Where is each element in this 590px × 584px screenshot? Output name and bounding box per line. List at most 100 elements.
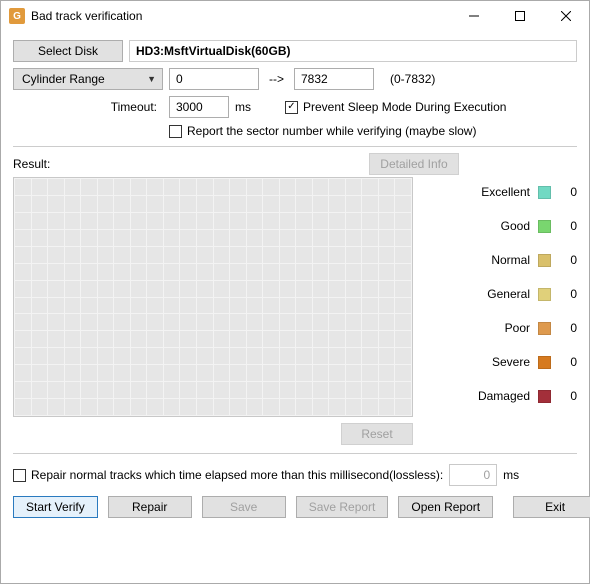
grid-cell <box>329 348 345 364</box>
select-disk-button[interactable]: Select Disk <box>13 40 123 62</box>
grid-cell <box>329 264 345 280</box>
grid-cell <box>164 179 180 195</box>
grid-cell <box>263 247 279 263</box>
grid-cell <box>280 281 296 297</box>
grid-cell <box>15 213 31 229</box>
grid-cell <box>395 179 411 195</box>
grid-cell <box>197 298 213 314</box>
grid-cell <box>32 399 48 415</box>
grid-cell <box>214 298 230 314</box>
range-end-input[interactable] <box>294 68 374 90</box>
grid-cell <box>32 365 48 381</box>
grid-cell <box>15 230 31 246</box>
grid-cell <box>296 213 312 229</box>
report-sector-checkbox[interactable]: Report the sector number while verifying… <box>169 124 476 138</box>
grid-cell <box>379 382 395 398</box>
grid-cell <box>114 314 130 330</box>
prevent-sleep-checkbox[interactable]: ✓ Prevent Sleep Mode During Execution <box>285 100 506 114</box>
grid-cell <box>180 298 196 314</box>
legend-row: General0 <box>429 287 577 301</box>
grid-cell <box>395 331 411 347</box>
app-icon: G <box>9 8 25 24</box>
open-report-button[interactable]: Open Report <box>398 496 493 518</box>
repair-threshold-checkbox[interactable]: Repair normal tracks which time elapsed … <box>13 468 443 482</box>
grid-cell <box>81 399 97 415</box>
grid-cell <box>32 314 48 330</box>
grid-cell <box>346 196 362 212</box>
checkbox-box-icon <box>13 469 26 482</box>
grid-cell <box>362 281 378 297</box>
grid-cell <box>48 298 64 314</box>
grid-cell <box>180 399 196 415</box>
grid-cell <box>197 179 213 195</box>
arrow-icon: --> <box>265 72 288 86</box>
grid-cell <box>247 230 263 246</box>
reset-button[interactable]: Reset <box>341 423 413 445</box>
grid-cell <box>15 348 31 364</box>
grid-cell <box>379 281 395 297</box>
grid-cell <box>147 230 163 246</box>
minimize-button[interactable] <box>451 1 497 31</box>
exit-button[interactable]: Exit <box>513 496 590 518</box>
grid-cell <box>197 230 213 246</box>
timeout-label: Timeout: <box>13 100 163 114</box>
grid-cell <box>65 314 81 330</box>
grid-cell <box>32 196 48 212</box>
grid-cell <box>114 230 130 246</box>
grid-cell <box>329 314 345 330</box>
grid-cell <box>197 213 213 229</box>
grid-cell <box>313 281 329 297</box>
grid-cell <box>131 365 147 381</box>
timeout-unit: ms <box>235 100 251 114</box>
grid-cell <box>329 179 345 195</box>
repair-button[interactable]: Repair <box>108 496 192 518</box>
grid-cell <box>247 314 263 330</box>
grid-cell <box>247 365 263 381</box>
grid-cell <box>81 382 97 398</box>
grid-cell <box>263 281 279 297</box>
maximize-button[interactable] <box>497 1 543 31</box>
divider <box>13 146 577 147</box>
grid-cell <box>379 331 395 347</box>
grid-cell <box>296 399 312 415</box>
grid-cell <box>197 281 213 297</box>
grid-cell <box>280 365 296 381</box>
grid-cell <box>48 314 64 330</box>
grid-cell <box>48 281 64 297</box>
grid-cell <box>15 179 31 195</box>
start-verify-button[interactable]: Start Verify <box>13 496 98 518</box>
grid-cell <box>147 348 163 364</box>
grid-cell <box>65 196 81 212</box>
grid-cell <box>147 196 163 212</box>
legend-count: 0 <box>559 219 577 233</box>
close-button[interactable] <box>543 1 589 31</box>
grid-cell <box>114 365 130 381</box>
grid-cell <box>247 399 263 415</box>
range-start-input[interactable] <box>169 68 259 90</box>
grid-cell <box>65 382 81 398</box>
grid-cell <box>329 365 345 381</box>
grid-cell <box>164 264 180 280</box>
grid-cell <box>180 247 196 263</box>
grid-cell <box>230 314 246 330</box>
legend: Excellent0Good0Normal0General0Poor0Sever… <box>413 177 577 445</box>
grid-cell <box>164 230 180 246</box>
timeout-input[interactable] <box>169 96 229 118</box>
grid-cell <box>147 264 163 280</box>
grid-cell <box>362 298 378 314</box>
grid-cell <box>65 179 81 195</box>
grid-cell <box>263 213 279 229</box>
range-hint: (0-7832) <box>380 72 435 86</box>
grid-cell <box>247 264 263 280</box>
detailed-info-button[interactable]: Detailed Info <box>369 153 459 175</box>
save-button[interactable]: Save <box>202 496 286 518</box>
grid-cell <box>280 314 296 330</box>
grid-cell <box>15 314 31 330</box>
grid-cell <box>147 382 163 398</box>
save-report-button[interactable]: Save Report <box>296 496 389 518</box>
track-grid <box>13 177 413 417</box>
range-mode-select[interactable]: Cylinder Range ▼ <box>13 68 163 90</box>
checkbox-box-icon <box>169 125 182 138</box>
grid-cell <box>230 213 246 229</box>
grid-cell <box>230 382 246 398</box>
